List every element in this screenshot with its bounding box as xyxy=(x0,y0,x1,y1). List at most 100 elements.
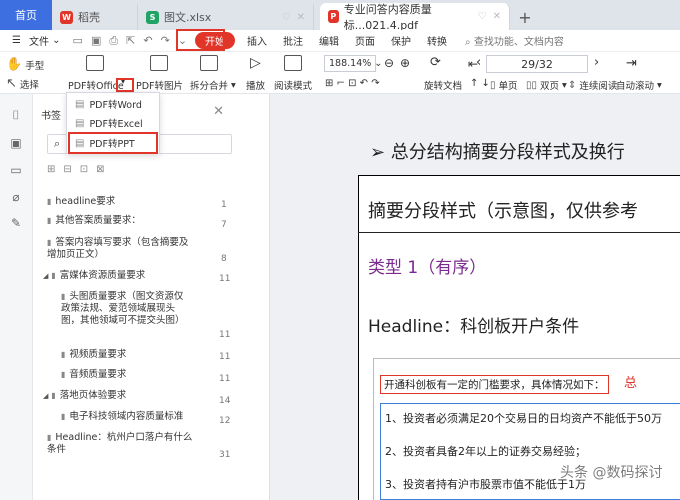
prev-page-icon[interactable]: ↑ ↓ xyxy=(470,78,490,89)
bookmark-label: 其他答案质量要求： xyxy=(55,215,141,226)
bookmark-item[interactable]: ▮ headline要求 xyxy=(47,196,197,208)
bookmark-page: 11 xyxy=(219,330,231,340)
bookmark-item[interactable]: ▮ 电子科技领域内容质量标准 xyxy=(61,411,211,423)
headline-text: Headline：科创板开户条件 xyxy=(368,317,580,337)
tab-pdf-close-icon[interactable]: ✕ xyxy=(493,11,501,22)
zoom-out-icon[interactable]: ⊖ xyxy=(384,56,394,70)
image-icon xyxy=(150,55,168,71)
menu-start[interactable]: 开始 xyxy=(195,32,236,49)
tab-daoke[interactable]: W 稻壳 xyxy=(52,4,138,30)
play-button[interactable]: 播放 xyxy=(246,78,265,92)
bookmark-label: headline要求 xyxy=(55,196,116,207)
bookmark-flag-icon: ▮ xyxy=(47,216,52,225)
rotate-document-label: 旋转文档 xyxy=(424,81,463,92)
undo-icon[interactable]: ↶ xyxy=(139,34,156,47)
collapse-icon[interactable]: ⊡ xyxy=(80,164,88,175)
hand-tool[interactable]: ✋ 手型 xyxy=(6,57,44,72)
split-merge-icon xyxy=(200,55,218,71)
hand-icon: ✋ xyxy=(6,57,23,72)
tab-pin-icon[interactable]: ♡ xyxy=(282,12,291,23)
tab-pdf[interactable]: P 专业问答内容质量标...021.4.pdf ♡ ✕ xyxy=(320,3,510,32)
zoom-in-icon[interactable]: ⊕ xyxy=(400,56,410,70)
menu-file[interactable]: 文件 ⌄ xyxy=(29,33,69,48)
menu-insert[interactable]: 插入 xyxy=(239,33,275,48)
prev-icon[interactable]: ‹ xyxy=(476,55,481,70)
split-merge-label: 拆分合并 xyxy=(190,81,229,92)
bookmark-item[interactable]: ◢ ▮ 落地页体验要求 xyxy=(43,390,203,402)
tab-xlsx-label: 图文.xlsx xyxy=(164,11,212,24)
tab-xlsx[interactable]: S 图文.xlsx ♡ ✕ xyxy=(138,4,314,30)
comment-icon[interactable]: ▭ xyxy=(9,163,23,177)
open-folder-icon[interactable]: ▭ xyxy=(69,34,87,47)
bookmark-item[interactable]: ▮ 其他答案质量要求： xyxy=(47,215,197,227)
menu-edit[interactable]: 编辑 xyxy=(311,33,347,48)
single-page-button[interactable]: ▯ 单页 xyxy=(490,78,518,93)
double-page-button[interactable]: ▯▯ 双页 ▾ xyxy=(526,78,567,93)
bookmark-item[interactable]: ▮ Headline：杭州户口落户有什么条件 xyxy=(47,432,197,456)
feature-search-label: 查找功能、文档内容 xyxy=(473,37,564,48)
bookmark-flag-icon: ▮ xyxy=(47,238,52,247)
new-tab-button[interactable]: + xyxy=(510,4,540,30)
bookmark-page: 31 xyxy=(219,450,231,460)
tab-bar: 首页 W 稻壳 S 图文.xlsx ♡ ✕ P 专业问答内容质量标...021.… xyxy=(0,0,680,32)
panel-close-icon[interactable]: ✕ xyxy=(213,104,224,119)
page-number-input[interactable]: 29/32 xyxy=(486,55,588,73)
pdf-to-office-button[interactable]: PDF转Office xyxy=(68,78,124,92)
menu-annotate[interactable]: 批注 xyxy=(275,33,311,48)
bookmark-item[interactable]: ▮ 音频质量要求 xyxy=(61,369,211,381)
collapse-triangle-icon[interactable]: ◢ xyxy=(43,272,48,280)
feature-search[interactable]: ⌕ 查找功能、文档内容 xyxy=(465,33,564,48)
double-page-icon: ▯▯ xyxy=(526,79,538,91)
delete-bookmark-icon[interactable]: ⊠ xyxy=(96,164,104,175)
fit-icons[interactable]: ⊞ ⌐ ⊡ ↶ ↷ xyxy=(325,78,380,89)
menu-page[interactable]: 页面 xyxy=(347,33,383,48)
more-icon[interactable]: ⌄ xyxy=(174,34,191,47)
expand-icon[interactable]: ⊟ xyxy=(63,164,71,175)
pdf-to-excel-item[interactable]: ▤ PDF转Excel xyxy=(71,114,157,132)
convert-dropdown: ▤ PDF转Word ▤ PDF转Excel ▤ PDF转PPT xyxy=(66,92,160,154)
word-icon: ▤ xyxy=(75,98,85,110)
attachment-icon[interactable]: ⌀ xyxy=(9,190,23,204)
pdf-to-office-dropdown-arrow[interactable]: ▾ xyxy=(121,77,125,86)
pdf-to-image-button[interactable]: PDF转图片 xyxy=(136,78,183,92)
select-tool[interactable]: ↖ 选择 xyxy=(6,76,39,91)
bookmark-item[interactable]: ▮ 答案内容填写要求（包含摘要及增加页正文） xyxy=(47,237,195,261)
auto-scroll-button[interactable]: 自动滚动 ▾ xyxy=(616,78,662,93)
split-merge-button[interactable]: 拆分合并 ▾ xyxy=(190,78,236,93)
excel-icon: ▤ xyxy=(75,117,85,129)
play-label: 播放 xyxy=(246,81,266,92)
menu-file-label: 文件 xyxy=(28,37,49,48)
bookmark-icon[interactable]: ⌷ xyxy=(9,108,23,122)
read-mode-button[interactable]: 阅读模式 xyxy=(274,78,312,92)
zoom-select[interactable]: 188.14% ⌄ xyxy=(324,55,382,72)
requirement-text: 开通科创板有一定的门槛要求，具体情况如下： xyxy=(380,375,609,394)
zoom-value: 188.14% xyxy=(329,58,372,69)
add-bookmark-icon[interactable]: ⊞ xyxy=(47,164,55,175)
last-page-icon[interactable]: ⇥ xyxy=(626,56,637,71)
menu-protect[interactable]: 保护 xyxy=(383,33,419,48)
next-icon[interactable]: › xyxy=(594,55,599,70)
pdf-to-word-item[interactable]: ▤ PDF转Word xyxy=(71,95,157,113)
tab-pin-icon[interactable]: ♡ xyxy=(478,11,487,22)
tab-xlsx-close-icon[interactable]: ✕ xyxy=(297,12,305,23)
bookmark-item[interactable]: ▮ 视频质量要求 xyxy=(61,349,211,361)
bookmark-item[interactable]: ▮ 头图质量要求（图文资源仅政策法规、爱范领域展现头图，其他领域可不提交头图） xyxy=(61,291,187,327)
watermark: 头条 @数码探讨 xyxy=(560,465,663,481)
hamburger-icon[interactable]: ☰ xyxy=(4,35,29,46)
auto-scroll-label: 自动滚动 xyxy=(616,81,655,92)
read-mode-label: 阅读模式 xyxy=(274,81,313,92)
bookmark-page: 8 xyxy=(221,254,227,264)
rotate-document-button[interactable]: 旋转文档 xyxy=(424,78,462,92)
collapse-triangle-icon[interactable]: ◢ xyxy=(43,392,48,400)
save-icon[interactable]: ▣ xyxy=(87,34,105,47)
print-icon[interactable]: ⎙ xyxy=(105,34,122,48)
tab-home[interactable]: 首页 xyxy=(0,0,52,30)
menu-convert[interactable]: 转换 xyxy=(419,33,455,48)
bookmark-item[interactable]: ◢ ▮ 富媒体资源质量要求 xyxy=(43,270,203,282)
continuous-read-button[interactable]: ⇕ 连续阅读 xyxy=(568,78,617,93)
thumbnail-icon[interactable]: ▣ xyxy=(9,136,23,150)
redo-icon[interactable]: ↷ xyxy=(157,34,174,47)
export-icon[interactable]: ⇱ xyxy=(122,34,139,47)
signature-icon[interactable]: ✎ xyxy=(9,216,23,230)
pdf-to-ppt-item[interactable]: ▤ PDF转PPT xyxy=(71,134,157,152)
